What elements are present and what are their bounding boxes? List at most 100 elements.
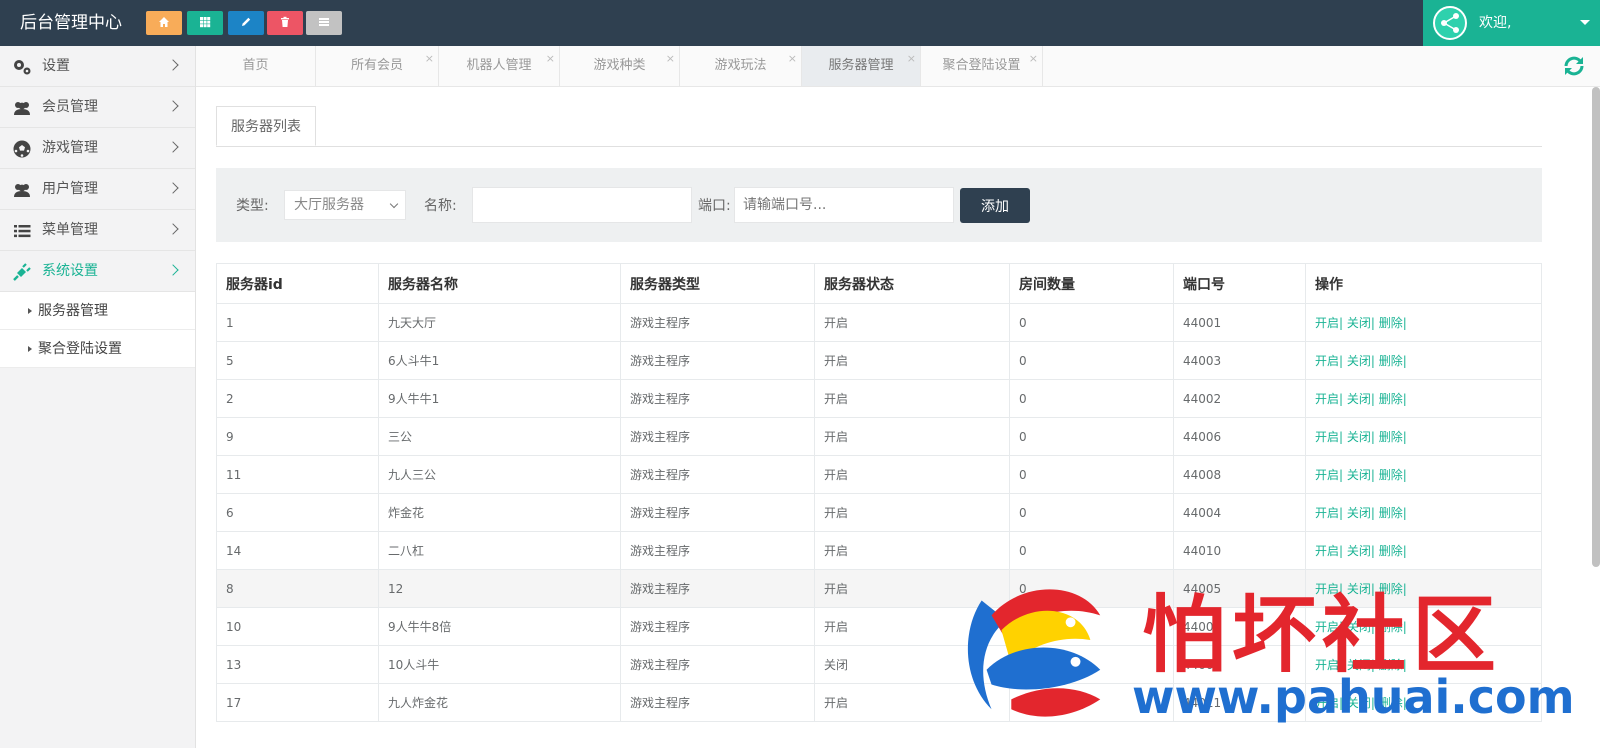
trash-icon (281, 16, 289, 27)
welcome-text: 欢迎, (1479, 15, 1512, 31)
page-tabs: 首页 所有会员 × 机器人管理 × 游戏种类 × 游戏玩法 × 服务器管理 × … (196, 46, 1600, 87)
user-menu[interactable]: 欢迎, (1423, 0, 1600, 46)
table-cell: 三公 (378, 417, 621, 456)
table-cell: 0 (1009, 379, 1174, 418)
type-select[interactable]: 大厅服务器 (284, 190, 406, 220)
table-cell: 开启 (814, 379, 1010, 418)
table-cell: 5 (216, 341, 379, 380)
panel-tab-server-list[interactable]: 服务器列表 (216, 106, 316, 146)
sidebar-item-label: 系统设置 (42, 263, 98, 279)
port-input[interactable] (734, 187, 954, 223)
table-cell: 游戏主程序 (620, 493, 815, 532)
sidebar-item-settings[interactable]: 设置 (0, 46, 195, 87)
chevron-right-icon (167, 182, 179, 194)
chevron-down-icon (389, 199, 399, 209)
close-icon[interactable]: × (1029, 39, 1038, 79)
type-select-value: 大厅服务器 (294, 197, 364, 213)
edit-button[interactable] (228, 11, 264, 35)
delete-button[interactable] (267, 11, 303, 35)
table-cell: 9人牛牛8倍 (378, 607, 621, 646)
chevron-right-icon (167, 59, 179, 71)
table-cell: 0 (1009, 341, 1174, 380)
sidebar-subitem-server-management[interactable]: 服务器管理 (0, 292, 195, 330)
grid-button[interactable] (187, 11, 223, 35)
sidebar-item-users[interactable]: 用户管理 (0, 169, 195, 210)
table-cell: 开启 (814, 455, 1010, 494)
tab-server-management[interactable]: 服务器管理 × (802, 46, 921, 86)
caret-right-icon (28, 346, 32, 352)
sidebar-subitem-label: 服务器管理 (38, 303, 108, 319)
refresh-icon[interactable] (1562, 54, 1586, 78)
table-cell: 6 (216, 493, 379, 532)
tab-robot-management[interactable]: 机器人管理 × (439, 46, 560, 86)
tab-all-members[interactable]: 所有会员 × (316, 46, 439, 86)
table-cell: 开启 (814, 417, 1010, 456)
sidebar-item-label: 游戏管理 (42, 140, 98, 156)
table-cell: 10 (216, 607, 379, 646)
home-icon (159, 17, 169, 27)
table-cell: 44001 (1173, 303, 1306, 342)
table-cell: 14 (216, 531, 379, 570)
table-cell: 开启 (814, 493, 1010, 532)
chevron-right-icon (167, 100, 179, 112)
table-row: 2 9人牛牛1 游戏主程序 开启 0 44002 开启| 关闭| 删除| (216, 379, 1542, 418)
grid-icon (200, 17, 211, 28)
port-label: 端口: (698, 198, 731, 214)
tab-label: 聚合登陆设置 (942, 58, 1021, 73)
tab-game-types[interactable]: 游戏种类 × (560, 46, 680, 86)
home-button[interactable] (146, 11, 182, 35)
close-icon[interactable]: × (546, 39, 555, 79)
table-cell: 44006 (1173, 417, 1306, 456)
close-icon[interactable]: × (907, 39, 916, 79)
row-actions[interactable]: 开启| 关闭| 删除| (1305, 455, 1542, 494)
table-row: 5 6人斗牛1 游戏主程序 开启 0 44003 开启| 关闭| 删除| (216, 341, 1542, 380)
table-cell: 13 (216, 645, 379, 684)
table-cell: 0 (1009, 493, 1174, 532)
close-icon[interactable]: × (788, 39, 797, 79)
sidebar-item-games[interactable]: 游戏管理 (0, 128, 195, 169)
name-input[interactable] (472, 187, 692, 223)
row-actions[interactable]: 开启| 关闭| 删除| (1305, 493, 1542, 532)
list-icon (319, 18, 329, 26)
row-actions[interactable]: 开启| 关闭| 删除| (1305, 379, 1542, 418)
tab-home[interactable]: 首页 (196, 46, 316, 86)
sidebar-item-system-settings[interactable]: 系统设置 (0, 251, 195, 292)
table-cell: 二八杠 (378, 531, 621, 570)
table-cell: 6人斗牛1 (378, 341, 621, 380)
sidebar-item-label: 菜单管理 (42, 222, 98, 238)
sidebar-item-members[interactable]: 会员管理 (0, 87, 195, 128)
sidebar-item-menus[interactable]: 菜单管理 (0, 210, 195, 251)
column-header: 服务器类型 (620, 263, 815, 304)
type-label: 类型: (236, 198, 269, 214)
row-actions[interactable]: 开启| 关闭| 删除| (1305, 341, 1542, 380)
plug-icon (13, 263, 31, 281)
close-icon[interactable]: × (666, 39, 675, 79)
fish-logo-icon (967, 589, 1101, 717)
column-header: 服务器id (216, 263, 379, 304)
users-icon (14, 102, 30, 115)
watermark-url: www.pahuai.com (1132, 670, 1575, 724)
table-cell: 九人三公 (378, 455, 621, 494)
scrollbar[interactable] (1592, 87, 1600, 567)
app-title: 后台管理中心 (20, 13, 122, 33)
tab-game-modes[interactable]: 游戏玩法 × (680, 46, 802, 86)
table-cell: 开启 (814, 341, 1010, 380)
table-cell: 44003 (1173, 341, 1306, 380)
tab-label: 机器人管理 (466, 58, 532, 73)
tab-label: 首页 (242, 58, 269, 73)
tab-aggregate-login[interactable]: 聚合登陆设置 × (921, 46, 1043, 86)
add-button[interactable]: 添加 (960, 188, 1030, 223)
row-actions[interactable]: 开启| 关闭| 删除| (1305, 303, 1542, 342)
row-actions[interactable]: 开启| 关闭| 删除| (1305, 417, 1542, 456)
divider (216, 146, 1542, 147)
sidebar-subitem-aggregate-login[interactable]: 聚合登陆设置 (0, 330, 195, 368)
tab-label: 游戏玩法 (714, 58, 767, 73)
list-button[interactable] (306, 11, 342, 35)
edit-icon (242, 17, 251, 26)
table-cell: 10人斗牛 (378, 645, 621, 684)
caret-down-icon[interactable] (1580, 20, 1590, 25)
chevron-right-icon (167, 264, 179, 276)
table-cell: 游戏主程序 (620, 607, 815, 646)
close-icon[interactable]: × (425, 39, 434, 79)
table-cell: 0 (1009, 455, 1174, 494)
